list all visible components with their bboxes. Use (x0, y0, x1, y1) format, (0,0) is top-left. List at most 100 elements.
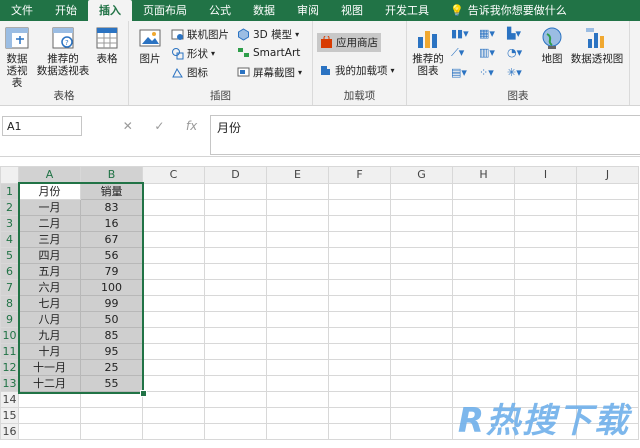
cell[interactable] (328, 247, 391, 264)
cell[interactable] (390, 343, 453, 360)
name-box[interactable]: A1 (2, 116, 82, 136)
row-header[interactable]: 7 (0, 279, 19, 296)
cell[interactable] (266, 359, 329, 376)
cell[interactable] (576, 182, 639, 200)
cell[interactable] (142, 327, 205, 344)
row-header[interactable]: 4 (0, 231, 19, 248)
cell[interactable] (576, 359, 639, 376)
cell[interactable] (142, 215, 205, 232)
app-store-button[interactable]: 应用商店 (317, 33, 381, 52)
cell[interactable] (452, 327, 515, 344)
cell[interactable]: 四月 (18, 247, 81, 264)
cell[interactable] (142, 295, 205, 312)
cell[interactable]: 十一月 (18, 359, 81, 376)
cell[interactable] (452, 311, 515, 328)
cell[interactable] (452, 279, 515, 296)
cell[interactable] (266, 311, 329, 328)
cell[interactable] (328, 327, 391, 344)
pivot-chart-button[interactable]: 数据透视图 (569, 25, 625, 65)
cell[interactable] (266, 182, 329, 200)
cancel-icon[interactable]: ✕ (123, 119, 133, 133)
cell[interactable] (18, 423, 81, 440)
cell[interactable] (390, 182, 453, 200)
insert-function-icon[interactable]: fx (186, 119, 197, 133)
cell[interactable] (142, 375, 205, 392)
online-picture-button[interactable]: 联机图片 (171, 27, 229, 42)
cell[interactable] (576, 247, 639, 264)
cell[interactable]: 十二月 (18, 375, 81, 392)
cell[interactable] (514, 215, 577, 232)
cell[interactable] (266, 295, 329, 312)
cell[interactable] (204, 343, 267, 360)
row-header[interactable]: 2 (0, 199, 19, 216)
table-button[interactable]: 表格 (92, 25, 122, 65)
cell[interactable]: 六月 (18, 279, 81, 296)
cell[interactable] (204, 215, 267, 232)
recommended-pivot-button[interactable]: ? 推荐的 数据透视表 (36, 25, 90, 77)
tab-page-layout[interactable]: 页面布局 (132, 0, 198, 21)
cell[interactable] (204, 231, 267, 248)
cell[interactable] (142, 182, 205, 200)
cell[interactable] (266, 199, 329, 216)
cell[interactable]: 二月 (18, 215, 81, 232)
scatter-chart-icon[interactable]: ⁘▾ (479, 66, 507, 79)
tab-file[interactable]: 文件 (0, 0, 44, 21)
cell[interactable]: 三月 (18, 231, 81, 248)
cell[interactable] (204, 279, 267, 296)
cell[interactable] (266, 215, 329, 232)
cell[interactable] (328, 199, 391, 216)
cell[interactable]: 十月 (18, 343, 81, 360)
cell[interactable] (328, 343, 391, 360)
cell[interactable] (266, 231, 329, 248)
cell[interactable] (204, 359, 267, 376)
row-header[interactable]: 8 (0, 295, 19, 312)
column-header[interactable]: C (142, 166, 205, 184)
tab-view[interactable]: 视图 (330, 0, 374, 21)
cell[interactable] (576, 279, 639, 296)
cell[interactable] (452, 343, 515, 360)
cell[interactable] (204, 407, 267, 424)
cell[interactable]: 79 (80, 263, 143, 280)
cell[interactable] (514, 375, 577, 392)
cell[interactable] (328, 375, 391, 392)
cell[interactable] (452, 199, 515, 216)
cell[interactable] (266, 247, 329, 264)
cell[interactable] (266, 423, 329, 440)
cell[interactable] (328, 311, 391, 328)
cell[interactable]: 销量 (80, 182, 143, 200)
map-button[interactable]: 地图 (537, 25, 567, 65)
row-header[interactable]: 15 (0, 407, 19, 424)
cell[interactable] (390, 247, 453, 264)
column-header[interactable]: J (576, 166, 639, 184)
3d-model-button[interactable]: 3D 模型 ▾ (237, 27, 299, 42)
cell[interactable]: 月份 (18, 182, 81, 200)
cell[interactable]: 一月 (18, 199, 81, 216)
cell[interactable]: 56 (80, 247, 143, 264)
cell[interactable] (452, 263, 515, 280)
cell[interactable] (452, 215, 515, 232)
cell[interactable]: 五月 (18, 263, 81, 280)
tab-insert[interactable]: 插入 (88, 0, 132, 21)
cell[interactable] (204, 199, 267, 216)
cell[interactable] (142, 391, 205, 408)
cell[interactable] (204, 311, 267, 328)
cell[interactable] (452, 359, 515, 376)
cell[interactable]: 八月 (18, 311, 81, 328)
cell[interactable] (576, 343, 639, 360)
cell[interactable] (514, 247, 577, 264)
cell[interactable] (142, 279, 205, 296)
cell[interactable] (204, 295, 267, 312)
shapes-button[interactable]: 形状 ▾ (171, 46, 215, 61)
row-header[interactable]: 6 (0, 263, 19, 280)
row-header[interactable]: 10 (0, 327, 19, 344)
cell[interactable] (390, 359, 453, 376)
cell[interactable] (80, 391, 143, 408)
cell[interactable] (576, 375, 639, 392)
cell[interactable] (142, 247, 205, 264)
cell[interactable] (452, 182, 515, 200)
cell[interactable] (328, 391, 391, 408)
cell[interactable] (390, 327, 453, 344)
cell[interactable] (18, 391, 81, 408)
row-header[interactable]: 12 (0, 359, 19, 376)
cell[interactable] (142, 359, 205, 376)
